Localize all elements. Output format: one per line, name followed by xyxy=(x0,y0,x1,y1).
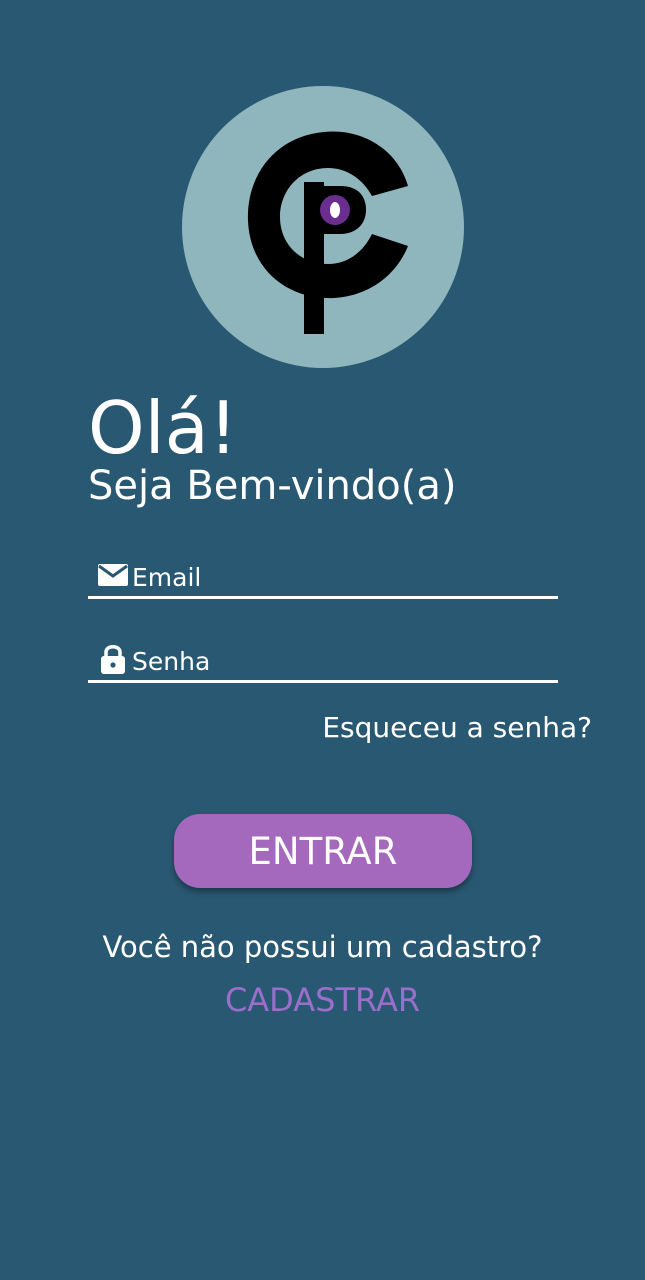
password-input[interactable] xyxy=(132,644,552,678)
forgot-password-link[interactable]: Esqueceu a senha? xyxy=(322,708,592,748)
no-account-text: Você não possui um cadastro? xyxy=(102,930,543,964)
email-field[interactable] xyxy=(88,556,558,599)
password-field[interactable] xyxy=(88,640,558,683)
welcome-subtitle: Seja Bem-vindo(a) xyxy=(88,463,457,509)
register-link[interactable]: CADASTRAR xyxy=(0,978,645,1022)
logo-circle xyxy=(182,86,464,368)
greeting-title: Olá! xyxy=(88,386,238,470)
cp-logo-icon xyxy=(247,131,408,334)
lock-icon xyxy=(101,645,125,674)
enter-button[interactable]: ENTRAR xyxy=(174,814,472,888)
envelope-icon xyxy=(98,564,128,586)
email-input[interactable] xyxy=(132,560,552,594)
